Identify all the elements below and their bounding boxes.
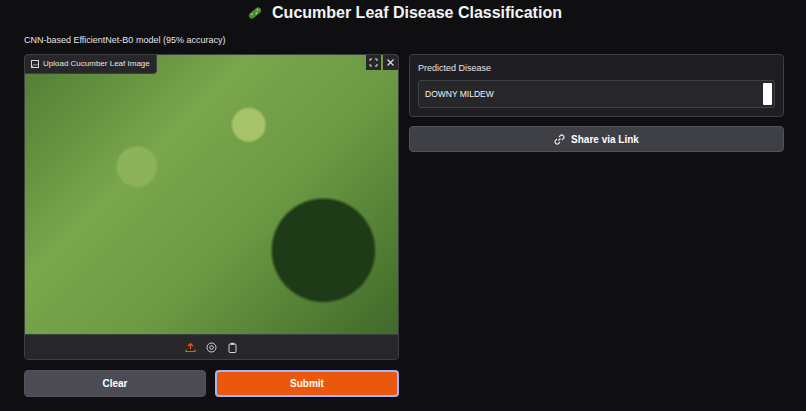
close-icon[interactable] [383,55,398,70]
prediction-value: DOWNY MILDEW [425,88,757,101]
cucumber-icon [246,4,264,22]
link-icon [554,134,565,145]
image-icon [31,60,39,68]
prediction-panel: Predicted Disease DOWNY MILDEW [409,54,784,117]
prediction-field[interactable]: DOWNY MILDEW [418,80,775,108]
upload-icon[interactable] [185,342,196,353]
clipboard-icon[interactable] [227,342,238,353]
camera-icon[interactable] [206,342,217,353]
copy-box[interactable] [763,83,772,105]
leaf-photo: Upload Cucumber Leaf Image [25,55,398,334]
page-subtitle: CNN-based EfficientNet-B0 model (95% acc… [24,34,784,46]
fullscreen-icon[interactable] [366,55,381,70]
prediction-label: Predicted Disease [418,62,775,74]
share-button[interactable]: Share via Link [409,126,784,152]
clear-button[interactable]: Clear [24,370,206,397]
submit-button[interactable]: Submit [215,370,399,397]
page-header: Cucumber Leaf Disease Classification [24,0,784,24]
image-label: Upload Cucumber Leaf Image [25,55,157,74]
image-upload-panel[interactable]: Upload Cucumber Leaf Image [24,54,399,360]
page-title: Cucumber Leaf Disease Classification [272,3,562,23]
